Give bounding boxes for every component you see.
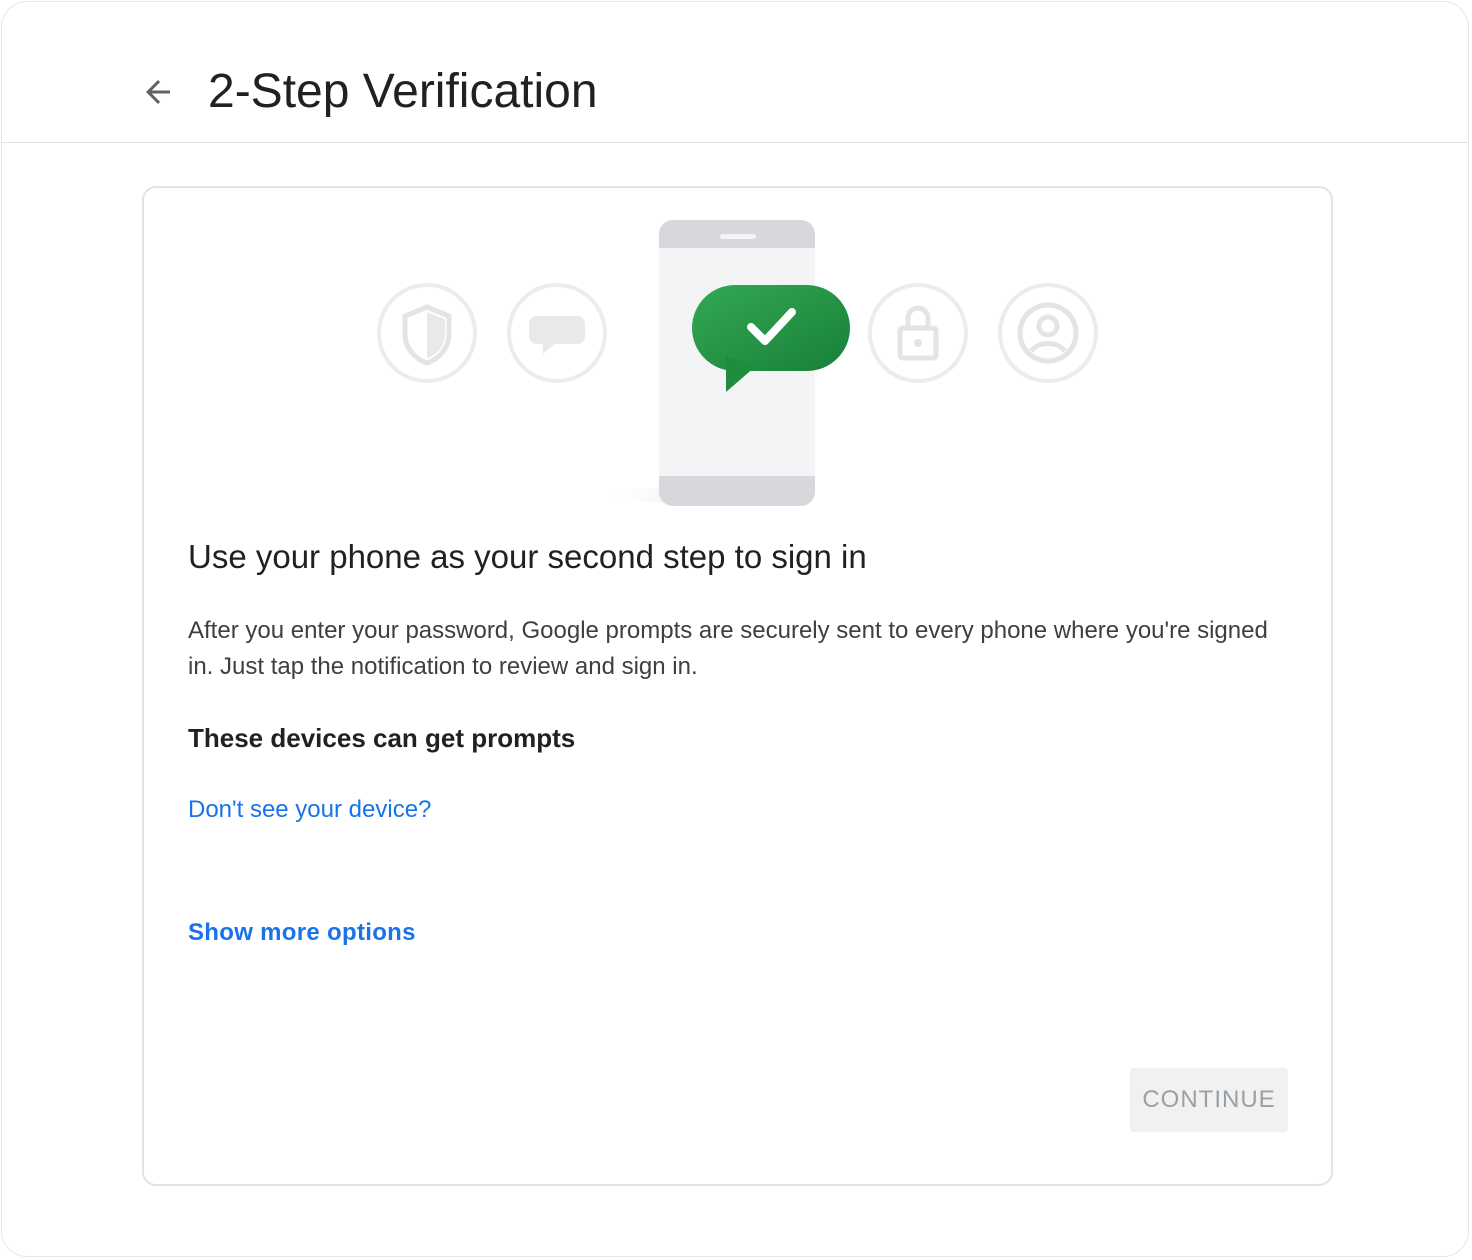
devices-heading: These devices can get prompts	[188, 723, 576, 753]
account-icon	[998, 283, 1098, 383]
main-card: Use your phone as your second step to si…	[142, 186, 1333, 1186]
dont-see-device-link[interactable]: Don't see your device?	[188, 796, 431, 824]
back-button[interactable]	[134, 68, 182, 116]
section-description: After you enter your password, Google pr…	[188, 617, 1268, 680]
window-frame: 2-Step Verification Use your phone as yo…	[1, 1, 1469, 1257]
continue-button[interactable]: CONTINUE	[1130, 1068, 1288, 1132]
section-heading: Use your phone as your second step to si…	[188, 538, 867, 575]
shield-icon	[377, 283, 477, 383]
arrow-back-icon	[146, 80, 170, 104]
page-header: 2-Step Verification	[2, 2, 1468, 143]
show-more-options-link[interactable]: Show more options	[188, 919, 416, 947]
lock-icon	[868, 283, 968, 383]
hero-illustration	[377, 220, 1098, 506]
page-title: 2-Step Verification	[208, 65, 598, 118]
chat-bubble-icon	[507, 283, 607, 383]
